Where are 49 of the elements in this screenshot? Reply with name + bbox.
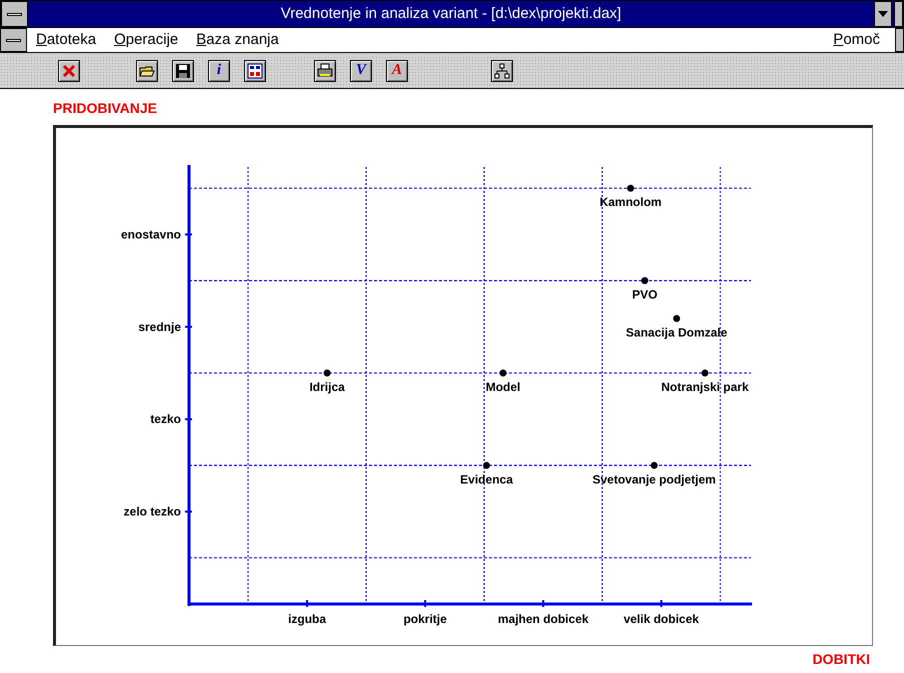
menu-item[interactable]: Datoteka [27, 28, 106, 52]
toolbar-button[interactable]: i [208, 60, 230, 82]
y-tick-label: tezko [150, 412, 181, 426]
toolbar-button[interactable]: V [350, 60, 372, 82]
system-menu-button[interactable] [1, 1, 28, 27]
axis-title: PRIDOBIVANJE [53, 100, 157, 116]
toolbar-button[interactable] [491, 60, 513, 82]
data-point [673, 315, 680, 322]
point-label: Sanacija Domzale [626, 326, 728, 340]
toolbar-button[interactable] [58, 60, 80, 82]
toolbar-button[interactable] [314, 60, 336, 82]
minimize-button[interactable] [874, 1, 892, 27]
toolbar-button[interactable] [172, 60, 194, 82]
help-menu[interactable]: Pomoč [824, 28, 889, 52]
point-label: Notranjski park [661, 380, 749, 394]
toolbar-button[interactable] [244, 60, 266, 82]
data-point [627, 184, 634, 192]
data-point [483, 462, 490, 469]
data-point [701, 370, 708, 377]
down-arrow-icon [878, 11, 888, 17]
toolbar-button[interactable] [136, 60, 158, 82]
data-point [641, 277, 648, 284]
y-tick-label: srednje [138, 320, 181, 334]
table-icon [247, 62, 263, 78]
data-point [500, 370, 507, 377]
maximize-button[interactable] [894, 1, 903, 27]
x-tick-label: izguba [288, 612, 326, 626]
point-label: Model [486, 380, 520, 394]
printer-icon [317, 62, 333, 78]
data-point [324, 370, 331, 377]
x-icon [61, 62, 77, 78]
point-label: PVO [632, 288, 658, 302]
maximize-button[interactable] [895, 28, 904, 52]
menu-item[interactable]: Operacije [105, 28, 188, 52]
y-tick-label: enostavno [120, 227, 181, 242]
y-tick-label: zelo tezko [124, 504, 181, 519]
x-tick-label: majhen dobicek [498, 612, 589, 626]
point-label: Svetovanje podjetjem [592, 472, 716, 486]
hierarchy-icon [494, 62, 510, 78]
x-tick-label: velik dobicek [624, 612, 699, 626]
x-tick-label: pokritje [403, 612, 447, 626]
axis-title: DOBITKI [812, 651, 870, 667]
window-title: Vrednotenje in analiza variant - [d:\dex\projekti.dax] [280, 4, 622, 24]
document-menu-button[interactable] [0, 28, 27, 52]
data-point [650, 462, 658, 469]
point-label: Kamnolom [600, 195, 662, 210]
point-label: Evidenca [460, 472, 513, 486]
menu-item[interactable]: Baza znanja [187, 28, 288, 52]
point-label: Idrijca [309, 380, 345, 394]
